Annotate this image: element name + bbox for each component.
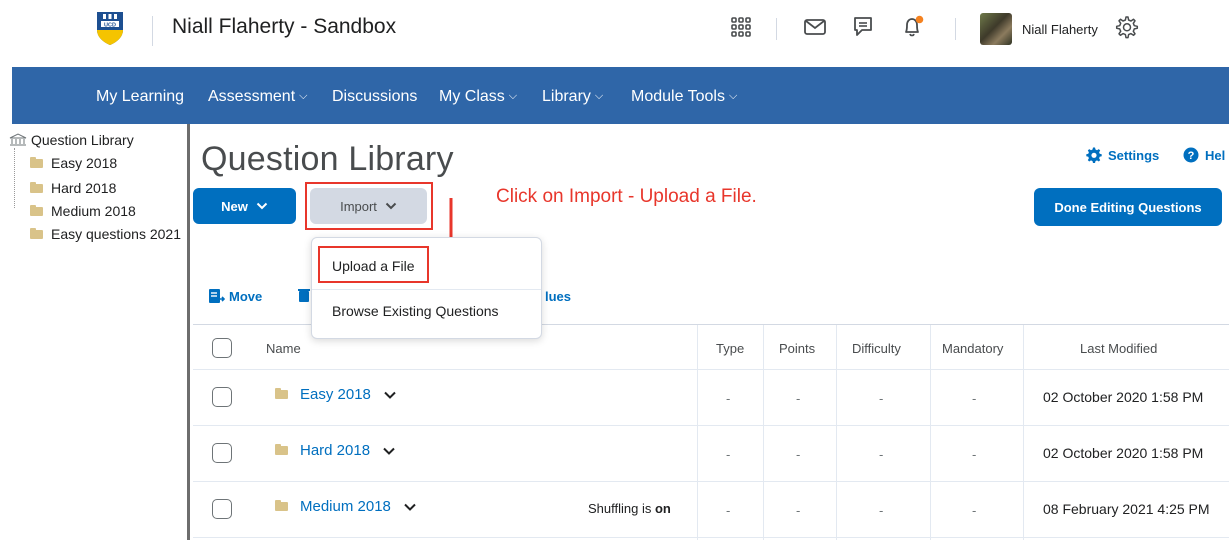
row-mandatory: - (972, 503, 977, 518)
annotation-text: Click on Import - Upload a File. (496, 186, 757, 207)
chevron-down-icon (256, 202, 268, 210)
row-type: - (726, 391, 731, 406)
table-row-name[interactable]: Hard 2018 (275, 442, 396, 459)
table-row-name[interactable]: Medium 2018 (275, 498, 417, 515)
row-last-modified: 08 February 2021 4:25 PM (1043, 501, 1210, 517)
chevron-down-icon[interactable] (383, 388, 397, 402)
mail-icon[interactable] (800, 12, 830, 42)
menu-divider (312, 289, 541, 290)
row-points: - (796, 447, 801, 462)
chevron-down-icon: ⌵ (299, 90, 308, 102)
org-title[interactable]: Niall Flaherty - Sandbox (172, 15, 396, 39)
bell-icon[interactable] (898, 12, 928, 42)
help-link[interactable]: ? Hel (1183, 147, 1225, 163)
tree-item-easy-2018[interactable]: Easy 2018 (30, 155, 117, 171)
table-row-name[interactable]: Easy 2018 (275, 386, 397, 403)
page-title: Question Library (201, 140, 454, 178)
questions-table: Name Type Points Difficulty Mandatory La… (193, 324, 1229, 540)
tree-connector (14, 148, 15, 208)
chevron-down-icon: ⌵ (728, 90, 738, 102)
chat-icon[interactable] (848, 12, 878, 42)
top-header: UCD Niall Flaherty - Sandbox Niall Flahe… (0, 0, 1229, 67)
user-avatar[interactable] (980, 13, 1012, 45)
tree-root[interactable]: Question Library (8, 132, 134, 148)
row-last-modified: 02 October 2020 1:58 PM (1043, 389, 1204, 405)
chevron-down-icon[interactable] (403, 500, 417, 514)
nav-my-class[interactable]: My Class ⌵ (439, 88, 517, 106)
upload-highlight-box (318, 246, 429, 283)
nav-assessment[interactable]: Assessment ⌵ (208, 88, 307, 106)
trash-icon[interactable] (298, 288, 310, 302)
select-all-checkbox[interactable] (212, 338, 232, 358)
folder-icon (30, 156, 43, 168)
folder-icon (275, 500, 288, 511)
col-header-difficulty: Difficulty (852, 341, 901, 356)
row-mandatory: - (972, 391, 977, 406)
header-divider (955, 18, 956, 40)
settings-link[interactable]: Settings (1086, 147, 1159, 163)
row-last-modified: 02 October 2020 1:58 PM (1043, 445, 1204, 461)
move-icon (209, 289, 226, 303)
row-points: - (796, 391, 801, 406)
row-checkbox[interactable] (212, 443, 232, 463)
library-icon (9, 133, 27, 146)
nav-my-learning[interactable]: My Learning (96, 88, 184, 106)
col-header-last-modified[interactable]: Last Modified (1080, 341, 1157, 356)
tree-item-medium-2018[interactable]: Medium 2018 (30, 203, 136, 219)
app-grid-icon[interactable] (726, 12, 756, 42)
svg-text:?: ? (1188, 150, 1195, 162)
nav-module-tools[interactable]: Module Tools ⌵ (631, 88, 737, 106)
row-difficulty: - (879, 391, 884, 406)
col-header-mandatory: Mandatory (942, 341, 1004, 356)
folder-icon (275, 388, 288, 399)
done-editing-button[interactable]: Done Editing Questions (1034, 188, 1222, 226)
tree-item-easy-questions-2021[interactable]: Easy questions 2021 (30, 226, 181, 242)
new-button[interactable]: New (193, 188, 296, 224)
shuffling-status: Shuffling is on (588, 501, 671, 516)
edit-values-action[interactable]: lues (545, 289, 571, 304)
row-checkbox[interactable] (212, 387, 232, 407)
ucd-logo[interactable]: UCD (95, 10, 125, 46)
folder-icon (30, 204, 43, 216)
import-highlight-box (305, 182, 433, 230)
chevron-down-icon: ⌵ (594, 90, 604, 102)
folder-icon (30, 227, 43, 239)
move-action[interactable]: Move (209, 289, 262, 304)
settings-gear-icon (1086, 147, 1102, 163)
folder-icon (30, 181, 43, 193)
gear-icon[interactable] (1111, 12, 1141, 42)
help-icon: ? (1183, 147, 1199, 163)
row-difficulty: - (879, 503, 884, 518)
menu-item-browse-existing-questions[interactable]: Browse Existing Questions (332, 303, 499, 319)
row-mandatory: - (972, 447, 977, 462)
nav-discussions[interactable]: Discussions (332, 88, 417, 106)
col-header-points: Points (779, 341, 816, 356)
row-checkbox[interactable] (212, 499, 232, 519)
chevron-down-icon: ⌵ (508, 90, 518, 102)
row-difficulty: - (879, 447, 884, 462)
pane-splitter[interactable] (187, 124, 190, 540)
main-navbar: My Learning Assessment ⌵ Discussions My C… (12, 67, 1229, 124)
col-header-name[interactable]: Name (266, 341, 301, 356)
col-header-type: Type (716, 341, 745, 356)
row-points: - (796, 503, 801, 518)
row-type: - (726, 447, 731, 462)
chevron-down-icon[interactable] (382, 444, 396, 458)
tree-item-hard-2018[interactable]: Hard 2018 (30, 180, 116, 196)
row-type: - (726, 503, 731, 518)
folder-icon (275, 444, 288, 455)
header-divider (152, 16, 153, 46)
header-divider (776, 18, 777, 40)
nav-library[interactable]: Library ⌵ (542, 88, 603, 106)
svg-text:UCD: UCD (104, 23, 116, 29)
user-name[interactable]: Niall Flaherty (1022, 22, 1098, 37)
